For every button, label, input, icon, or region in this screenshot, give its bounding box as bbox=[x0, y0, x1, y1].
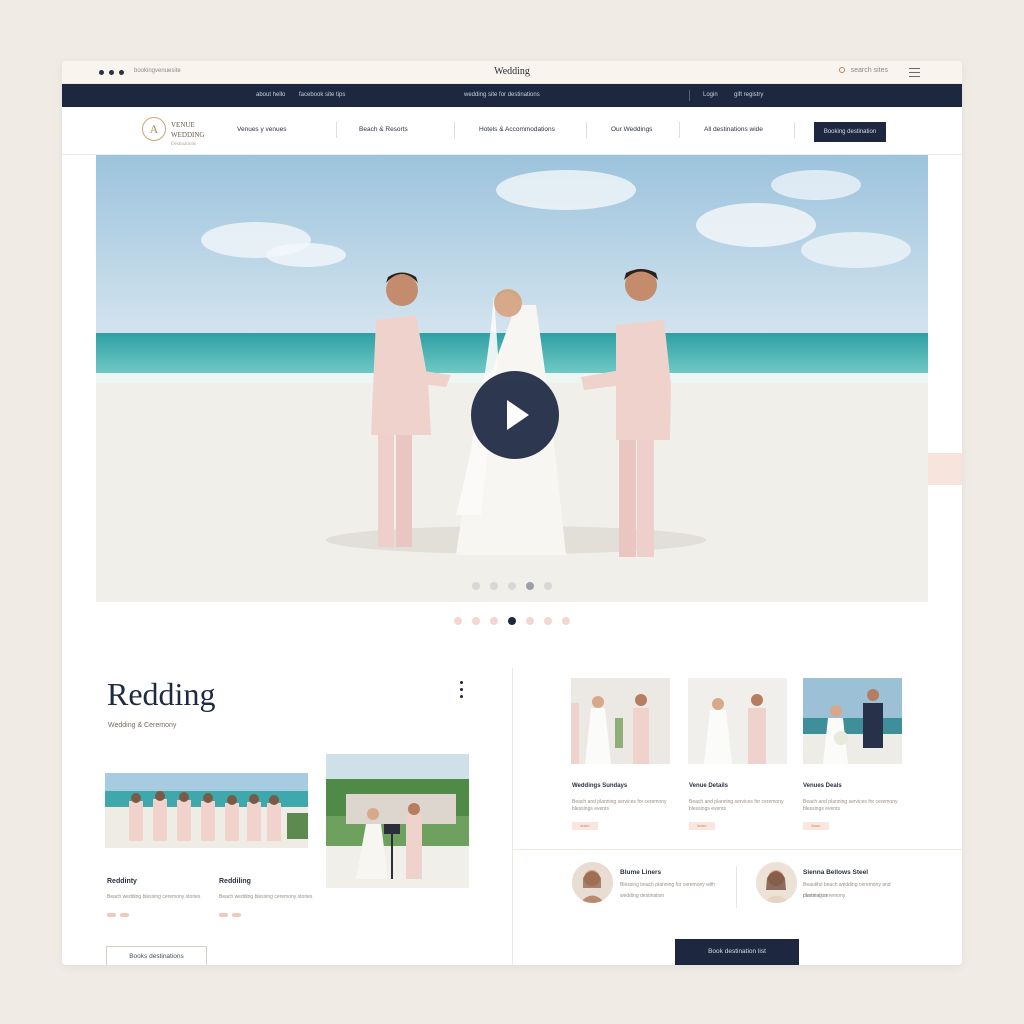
section-heading: Redding bbox=[107, 676, 216, 712]
testimonial-divider bbox=[736, 866, 737, 908]
hero-indicator[interactable] bbox=[472, 582, 480, 590]
card-title-1: Weddings Sundays bbox=[572, 783, 628, 789]
section-divider bbox=[513, 849, 962, 850]
card-tag-2[interactable]: learn bbox=[689, 822, 715, 830]
card-text-3: Beach and planning services for ceremony… bbox=[803, 799, 898, 812]
hero-indicator[interactable] bbox=[526, 582, 534, 590]
browser-chrome: bookingvenuesite Wedding search sites bbox=[62, 61, 962, 84]
hero-indicator[interactable] bbox=[508, 582, 516, 590]
nav-item-beach[interactable]: Beach & Resorts bbox=[359, 126, 408, 133]
logo-text[interactable]: VENUE WEDDING Destinations bbox=[171, 120, 204, 150]
search-label: search sites bbox=[850, 67, 888, 74]
hero-indicator[interactable] bbox=[490, 582, 498, 590]
pager-dot[interactable] bbox=[526, 617, 534, 625]
booking-cta-button[interactable]: Booking destination bbox=[814, 122, 886, 142]
left-card-tags-2 bbox=[219, 913, 241, 917]
main-navigation: A VENUE WEDDING Destinations Venues y ve… bbox=[62, 107, 962, 155]
logo-line-3: Destinations bbox=[171, 142, 196, 147]
site-title: Wedding bbox=[494, 66, 530, 77]
testimonial-name-1: Blume Liners bbox=[620, 869, 662, 876]
card-title-3: Venues Deals bbox=[803, 783, 842, 789]
card-image-3[interactable] bbox=[803, 678, 902, 764]
hero-video[interactable] bbox=[96, 155, 928, 602]
pager-dot-active[interactable] bbox=[508, 617, 516, 625]
testimonial-name-2: Sienna Bellows Steel bbox=[803, 869, 869, 876]
card-tag-3[interactable]: learn bbox=[803, 822, 829, 830]
more-options-icon[interactable] bbox=[460, 681, 464, 702]
garden-ceremony-photo[interactable] bbox=[326, 754, 469, 888]
left-card-text-1: Beach wedding blessing ceremony stories bbox=[107, 894, 201, 900]
hero-mini-indicators bbox=[472, 582, 552, 590]
left-card-title-2: Reddiling bbox=[219, 878, 251, 885]
left-card-title-1: Reddinty bbox=[107, 878, 137, 885]
nav-divider bbox=[336, 122, 337, 138]
nav-divider bbox=[454, 122, 455, 138]
card-image-2[interactable] bbox=[688, 678, 787, 764]
utility-link-registry[interactable]: gift registry bbox=[734, 92, 763, 98]
pager-dot[interactable] bbox=[562, 617, 570, 625]
logo-line-1: VENUE bbox=[171, 121, 195, 129]
hamburger-icon[interactable] bbox=[909, 68, 920, 77]
utility-divider bbox=[689, 90, 690, 101]
utility-bar: about hello facebook site tips wedding s… bbox=[62, 84, 962, 107]
header-search[interactable]: search sites bbox=[838, 67, 888, 74]
utility-link-about[interactable]: about hello bbox=[256, 92, 285, 98]
card-title-2: Venue Details bbox=[689, 783, 729, 789]
nav-item-destinations[interactable]: All destinations wide bbox=[704, 126, 763, 133]
carousel-pagination bbox=[454, 617, 570, 625]
testimonial-text-1b: wedding destination bbox=[620, 893, 665, 899]
search-icon bbox=[838, 67, 845, 74]
nav-item-hotels[interactable]: Hotels & Accommodations bbox=[479, 126, 555, 133]
pager-dot[interactable] bbox=[472, 617, 480, 625]
card-text-1: Beach and planning services for ceremony… bbox=[572, 799, 667, 812]
utility-link-login[interactable]: Login bbox=[703, 92, 718, 98]
pager-dot[interactable] bbox=[544, 617, 552, 625]
avatar[interactable] bbox=[572, 862, 613, 903]
nav-divider bbox=[679, 122, 680, 138]
pager-dot[interactable] bbox=[454, 617, 462, 625]
nav-item-venues[interactable]: Venues y venues bbox=[237, 126, 287, 133]
browser-window: bookingvenuesite Wedding search sites ab… bbox=[62, 61, 962, 965]
play-icon[interactable] bbox=[471, 371, 559, 459]
logo-icon[interactable]: A bbox=[142, 117, 166, 141]
utility-link-destinations[interactable]: wedding site for destinations bbox=[464, 92, 540, 98]
logo-line-2: WEDDING bbox=[171, 131, 205, 139]
testimonial-text-2b: planning ceremony bbox=[803, 893, 846, 899]
book-destination-button[interactable]: Book destination list bbox=[675, 939, 799, 965]
wedding-party-photo[interactable] bbox=[105, 773, 308, 848]
card-tag-1[interactable]: learn bbox=[572, 822, 598, 830]
nav-divider bbox=[586, 122, 587, 138]
books-destinations-button[interactable]: Books destinations bbox=[106, 946, 207, 965]
nav-item-weddings[interactable]: Our Weddings bbox=[611, 126, 652, 133]
testimonial-text-1: Blessing beach planning for ceremony wit… bbox=[620, 882, 716, 888]
hero-indicator[interactable] bbox=[544, 582, 552, 590]
side-tab[interactable] bbox=[928, 453, 962, 485]
pager-dot[interactable] bbox=[490, 617, 498, 625]
left-card-tags-1 bbox=[107, 913, 129, 917]
nav-divider bbox=[794, 122, 795, 138]
card-image-1[interactable] bbox=[571, 678, 670, 764]
right-section: Weddings Sundays Beach and planning serv… bbox=[513, 661, 962, 965]
left-card-text-2: Beach wedding blessing ceremony stories bbox=[219, 894, 313, 900]
section-subheading: Wedding & Ceremony bbox=[108, 722, 177, 729]
left-section: Redding Wedding & Ceremony Reddinty Beac… bbox=[62, 661, 512, 965]
card-text-2: Beach and planning services for ceremony… bbox=[689, 799, 784, 812]
avatar[interactable] bbox=[756, 862, 797, 903]
utility-link-tips[interactable]: facebook site tips bbox=[299, 92, 345, 98]
